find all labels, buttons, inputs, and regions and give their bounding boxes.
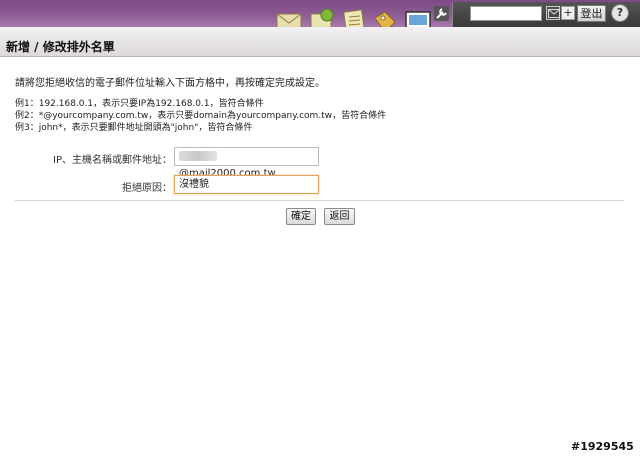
add-button[interactable]: +	[561, 6, 575, 20]
address-label: IP、主機名稱或郵件地址：	[53, 155, 172, 166]
mail-search-icon[interactable]	[546, 6, 560, 20]
redacted-text	[179, 151, 217, 161]
logout-button[interactable]: 登出	[577, 5, 606, 22]
reason-label: 拒絕原因：	[122, 183, 172, 194]
confirm-button[interactable]: 確定	[286, 208, 316, 225]
back-button[interactable]: 返回	[324, 208, 355, 225]
page-title: 新增 / 修改排外名單	[6, 40, 115, 54]
example-3: 例3：john*，表示只要郵件地址開頭為"john"，皆符合條件	[15, 123, 253, 133]
divider	[15, 200, 624, 201]
search-input[interactable]	[470, 6, 542, 21]
intro-text: 請將您拒絕收信的電子郵件位址輸入下面方格中，再按確定完成設定。	[15, 78, 325, 89]
address-field[interactable]: @mail2000.com.tw	[174, 147, 319, 179]
help-button[interactable]: ?	[611, 4, 629, 22]
reason-field[interactable]: 沒禮貌	[174, 175, 319, 194]
wrench-icon[interactable]	[434, 6, 449, 21]
watermark: #1929545	[571, 440, 634, 453]
